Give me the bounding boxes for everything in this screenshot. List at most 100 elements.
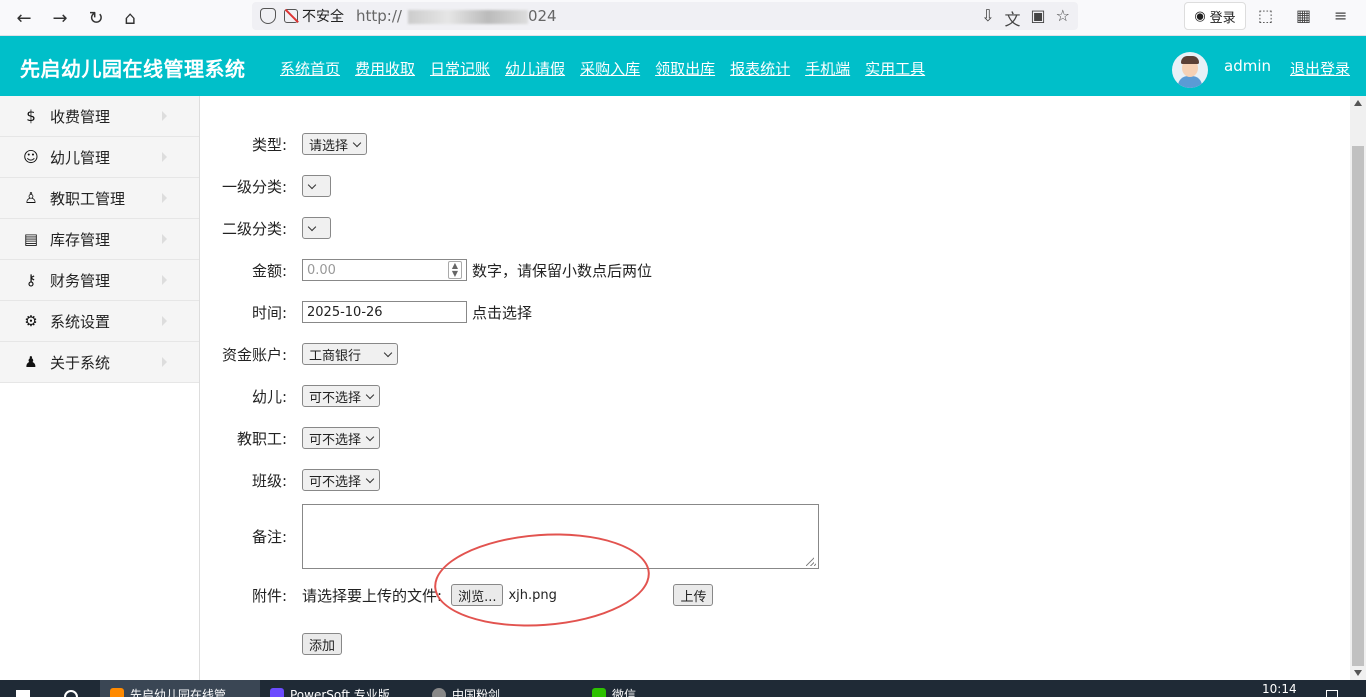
clock[interactable]: 10:14	[1262, 680, 1297, 697]
child-row: 幼儿: 可不选择	[201, 385, 381, 407]
taskbar-item-wechat[interactable]: 微信	[592, 680, 636, 697]
money-bag-icon: $	[26, 107, 36, 125]
category2-label: 二级分类:	[221, 219, 287, 238]
chevron-right-icon	[162, 193, 167, 203]
taskbar-item-powersoft[interactable]: PowerSoft 专业版	[270, 680, 390, 697]
amount-input[interactable]: 0.00 ▲ ▼	[302, 259, 467, 281]
type-label: 类型:	[251, 135, 287, 154]
class-row: 班级: 可不选择	[201, 469, 381, 491]
type-row: 类型: 请选择	[201, 133, 368, 155]
sidebar-item-fees[interactable]: $ 收费管理	[0, 96, 199, 137]
chevron-right-icon	[162, 357, 167, 367]
nav-mobile[interactable]: 手机端	[805, 58, 850, 79]
staff-label: 教职工:	[236, 429, 287, 448]
forward-icon[interactable]: →	[46, 4, 74, 32]
chevron-down-icon	[383, 348, 393, 357]
url-text: http://024	[356, 7, 557, 25]
home-icon[interactable]: ⌂	[116, 4, 144, 32]
chevron-right-icon	[162, 152, 167, 162]
chevron-right-icon	[162, 275, 167, 285]
chevron-down-icon	[365, 432, 375, 441]
logout-link[interactable]: 退出登录	[1290, 58, 1350, 79]
date-input[interactable]: 2025-10-26	[302, 301, 467, 323]
upload-button[interactable]: 上传	[673, 584, 714, 606]
scroll-up-icon[interactable]	[1354, 100, 1362, 106]
category1-select[interactable]	[302, 175, 331, 197]
time-hint: 点击选择	[472, 303, 533, 322]
sidebar-item-finance[interactable]: ⚷ 财务管理	[0, 260, 199, 301]
staff-row: 教职工: 可不选择	[201, 427, 381, 449]
menu-icon[interactable]: ≡	[1334, 6, 1347, 25]
sidebar-item-label: 幼儿管理	[50, 148, 111, 167]
nav-leave[interactable]: 幼儿请假	[505, 58, 565, 79]
download-page-icon[interactable]: ⇩	[981, 6, 994, 30]
nav-home[interactable]: 系统首页	[280, 58, 340, 79]
translate-icon[interactable]: 文	[1005, 6, 1021, 30]
add-button[interactable]: 添加	[302, 633, 343, 655]
avatar	[1172, 52, 1208, 88]
security-indicator[interactable]: 不安全	[284, 6, 344, 26]
translate-ext-icon[interactable]: ▦	[1296, 6, 1311, 25]
amount-label: 金额:	[251, 261, 287, 280]
reload-icon[interactable]: ↻	[82, 4, 110, 32]
taskbar-item-browser[interactable]: 先启幼儿园在线管	[100, 680, 260, 697]
app-icon	[270, 688, 284, 697]
staff-select[interactable]: 可不选择	[302, 427, 381, 449]
sidebar-item-children[interactable]: ☺ 幼儿管理	[0, 137, 199, 178]
bookmark-star-icon[interactable]: ☆	[1056, 6, 1070, 30]
insecure-lock-icon	[284, 9, 298, 23]
app-title: 先启幼儿园在线管理系统	[20, 57, 246, 81]
back-icon[interactable]: ←	[10, 4, 38, 32]
sidebar-item-staff[interactable]: ♙ 教职工管理	[0, 178, 199, 219]
number-spinner[interactable]: ▲ ▼	[448, 261, 462, 279]
note-label: 备注:	[251, 528, 287, 546]
shield-icon[interactable]	[260, 8, 276, 24]
sidebar-item-settings[interactable]: ⚙ 系统设置	[0, 301, 199, 342]
nav-bookkeeping[interactable]: 日常记账	[430, 58, 490, 79]
attachment-label: 附件:	[251, 586, 287, 605]
attachment-prompt: 请选择要上传的文件:	[302, 586, 443, 605]
sidebar-item-about[interactable]: ♟ 关于系统	[0, 342, 199, 383]
top-nav: 系统首页 费用收取 日常记账 幼儿请假 采购入库 领取出库 报表统计 手机端 实…	[280, 58, 925, 79]
app-icon	[432, 688, 446, 697]
chevron-down-icon	[352, 138, 362, 147]
key-icon: ⚷	[25, 271, 37, 289]
inventory-icon: ▤	[23, 230, 39, 248]
wechat-icon	[592, 688, 606, 697]
class-select[interactable]: 可不选择	[302, 469, 381, 491]
amount-hint: 数字，请保留小数点后两位	[472, 261, 653, 280]
user-name: admin	[1224, 57, 1271, 75]
sidebar-item-inventory[interactable]: ▤ 库存管理	[0, 219, 199, 260]
notification-icon[interactable]	[1326, 680, 1338, 697]
chevron-right-icon	[162, 111, 167, 121]
account-select[interactable]: 工商银行	[302, 343, 398, 365]
main-content: 类型: 请选择 一级分类: 二级分类: 金额: 0.00 ▲ ▼ 数字，请保留小数…	[201, 96, 1350, 680]
type-select[interactable]: 请选择	[302, 133, 368, 155]
chevron-right-icon	[162, 316, 167, 326]
extensions-icon[interactable]: ⬚	[1258, 6, 1273, 25]
taskbar-item-app3[interactable]: 中国粉剑	[432, 680, 500, 697]
chevron-down-icon	[365, 474, 375, 483]
nav-reports[interactable]: 报表统计	[730, 58, 790, 79]
start-icon[interactable]	[16, 680, 30, 697]
nav-outbound[interactable]: 领取出库	[655, 58, 715, 79]
reader-icon[interactable]: ▣	[1031, 6, 1046, 30]
url-redacted	[407, 9, 528, 24]
nav-fees[interactable]: 费用收取	[355, 58, 415, 79]
address-bar[interactable]: 不安全 http://024 ⇩ 文 ▣ ☆	[252, 2, 1078, 30]
scroll-down-icon[interactable]	[1354, 670, 1362, 676]
sidebar-item-label: 财务管理	[50, 271, 111, 290]
account-login-button[interactable]: ◉ 登录	[1184, 2, 1246, 30]
resize-grip-icon[interactable]	[806, 556, 816, 566]
category2-select[interactable]	[302, 217, 331, 239]
chevron-right-icon	[162, 234, 167, 244]
child-select[interactable]: 可不选择	[302, 385, 381, 407]
scroll-thumb[interactable]	[1352, 146, 1364, 666]
chevron-down-icon	[365, 390, 375, 399]
submit-row: 添加	[201, 633, 343, 655]
nav-purchase[interactable]: 采购入库	[580, 58, 640, 79]
account-row: 资金账户: 工商银行	[201, 343, 398, 365]
search-icon[interactable]	[64, 680, 78, 697]
page-scrollbar[interactable]	[1350, 96, 1366, 680]
nav-tools[interactable]: 实用工具	[865, 58, 925, 79]
